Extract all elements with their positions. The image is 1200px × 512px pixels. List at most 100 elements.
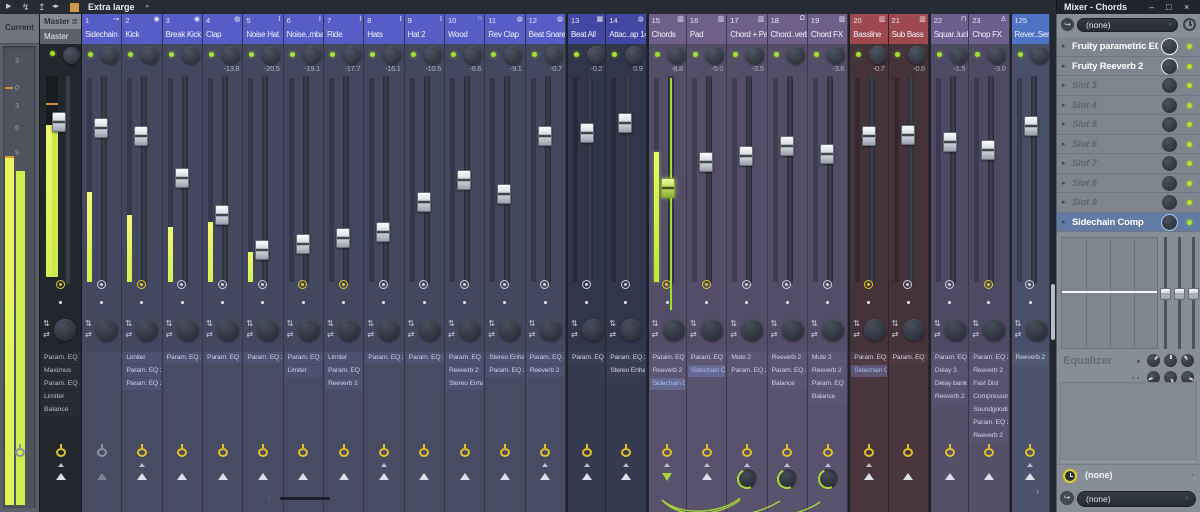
volume-fader-track[interactable] <box>101 76 107 284</box>
mixer-track-20[interactable]: 20 ▥ Bassline -0.7 ⇅ ⇄ Param. EQ 2Sidechain Co… <box>848 14 889 512</box>
audio-output-icon[interactable] <box>741 444 752 457</box>
track-header[interactable]: 6 Ⅰ Noise..mbal <box>283 14 323 44</box>
effect-slot-label[interactable]: Param. EQ 2 <box>851 352 887 364</box>
effect-slot-label[interactable]: Param. EQ 2 <box>728 365 766 377</box>
effect-slot-label[interactable]: Balance <box>41 404 80 416</box>
volume-fader-track[interactable] <box>221 76 228 284</box>
route-arrow-small-icon[interactable] <box>743 463 750 467</box>
slot-arrow-icon[interactable]: ▸ <box>1062 196 1066 210</box>
effect-slot-label[interactable]: Mute 2 <box>808 352 847 364</box>
effect-slot-label[interactable]: Param. EQ 2 <box>284 352 322 364</box>
slot-mix-knob[interactable] <box>1161 38 1178 55</box>
pan-knob[interactable] <box>337 319 360 341</box>
fx-slot-4[interactable]: ▸ Slot 4 <box>1057 95 1200 115</box>
audio-output-icon[interactable] <box>378 444 389 457</box>
effect-slot-label[interactable]: Param. EQ 2 <box>486 365 524 377</box>
slot-mix-knob[interactable] <box>1162 78 1177 93</box>
effect-slot-label[interactable]: Reeverb 2 <box>970 365 1008 377</box>
track-header[interactable]: 22 ⊓ Squar..luck <box>930 14 969 44</box>
audio-output-icon[interactable] <box>499 444 510 457</box>
mixer-track-6[interactable]: 6 Ⅰ Noise..mbal -19.1 ⇅ ⇄ Param. EQ 2 Limiter <box>283 14 324 512</box>
audio-output-icon[interactable] <box>459 444 470 457</box>
mute-led[interactable] <box>249 52 255 57</box>
route-arrow-icon[interactable] <box>55 473 66 480</box>
route-arrow-icon[interactable] <box>136 473 147 480</box>
audio-output-icon[interactable] <box>701 444 712 457</box>
volume-fader-handle[interactable] <box>456 170 471 190</box>
effect-slot-label[interactable]: Balance <box>768 378 806 390</box>
stereo-separation-knob[interactable] <box>302 46 321 64</box>
pan-leftright-icon[interactable]: ⇄ <box>488 331 495 339</box>
pan-updown-icon[interactable]: ⇅ <box>811 320 818 328</box>
stereo-separation-knob[interactable] <box>786 46 805 64</box>
pan-leftright-icon[interactable]: ⇄ <box>609 331 616 339</box>
pan-leftright-icon[interactable]: ⇄ <box>934 331 941 339</box>
eq-band1-slider-handle[interactable] <box>1160 288 1171 300</box>
pan-leftright-icon[interactable]: ⇄ <box>43 331 50 339</box>
fx-slot-10[interactable]: ▸ Sidechain Comp <box>1057 212 1200 232</box>
volume-fader-handle[interactable] <box>981 140 996 160</box>
pan-updown-icon[interactable]: ⇅ <box>730 320 737 328</box>
volume-fader-handle[interactable] <box>618 113 633 133</box>
audio-output-icon[interactable] <box>620 444 631 457</box>
stereo-separation-knob[interactable] <box>988 46 1007 64</box>
record-arm-button[interactable] <box>540 280 550 289</box>
record-arm-button[interactable] <box>499 280 509 289</box>
mixer-track-2[interactable]: 2 ◉ Kick ⇅ ⇄ Limiter Param. EQ 2 Param. EQ 2 <box>122 14 163 512</box>
route-arrow-icon[interactable] <box>983 473 994 480</box>
route-arrow-icon[interactable] <box>944 473 955 480</box>
eq-freq3-knob[interactable] <box>1181 354 1194 367</box>
route-arrow-icon[interactable] <box>217 473 228 480</box>
mute-led[interactable] <box>370 52 376 57</box>
scrollbar-handle[interactable] <box>1051 284 1055 340</box>
pan-leftright-icon[interactable]: ⇄ <box>811 331 818 339</box>
route-arrow-small-icon[interactable] <box>703 463 710 467</box>
mute-led[interactable] <box>208 52 214 57</box>
mixer-track-18[interactable]: 18 Ω Chord..verb ⇅ ⇄ Reeverb 2 Param. EQ 2 Bala… <box>767 14 808 512</box>
scrollbar-handle[interactable] <box>280 497 330 500</box>
record-arm-button[interactable] <box>217 280 227 289</box>
slot-enable-led[interactable] <box>1187 83 1192 88</box>
mute-led[interactable] <box>450 52 456 57</box>
audio-output-icon[interactable] <box>983 444 994 457</box>
effect-slot-label[interactable]: Param. EQ 2 <box>931 352 968 364</box>
mixer-track-16[interactable]: 16 ▥ Pad -5.0 ⇅ ⇄ Param. EQ 2Sidechain Comp <box>686 14 728 512</box>
slot-mix-knob[interactable] <box>1162 97 1177 113</box>
track-header[interactable]: 16 ▥ Pad <box>686 14 727 44</box>
record-arm-button[interactable] <box>55 280 65 289</box>
effect-slot-label[interactable]: Param. EQ 2 <box>244 352 282 364</box>
track-header[interactable]: 7 Ⅰ Ride <box>323 14 364 44</box>
pan-leftright-icon[interactable]: ⇄ <box>85 331 92 339</box>
pan-updown-icon[interactable]: ⇅ <box>408 320 415 328</box>
stereo-separation-knob[interactable] <box>342 46 361 64</box>
track-header[interactable]: 10 ∩ Wood <box>444 14 485 44</box>
volume-fader-track[interactable] <box>907 76 914 284</box>
slot-enable-led[interactable] <box>1187 200 1192 205</box>
route-arrow-icon[interactable] <box>620 473 631 480</box>
track-header[interactable]: 11 ◍ Rev Clap <box>485 14 525 44</box>
track-header[interactable]: 125 Rever..Send <box>1011 14 1049 44</box>
audio-output-icon[interactable] <box>944 444 955 457</box>
record-arm-button[interactable] <box>983 280 993 289</box>
pan-updown-icon[interactable]: ⇅ <box>771 320 778 328</box>
effect-slot-label[interactable]: Reeverb 2 <box>768 352 806 364</box>
track-header[interactable]: 9 Ⅰ Hat 2 <box>404 14 444 44</box>
record-arm-button[interactable] <box>338 280 348 289</box>
volume-fader-handle[interactable] <box>660 178 675 198</box>
stereo-separation-knob[interactable] <box>504 46 523 64</box>
track-header[interactable]: 23 ♙ Chop FX <box>969 14 1009 44</box>
pan-knob[interactable] <box>176 319 199 341</box>
effect-slot-label[interactable]: Soundgoodizer <box>970 404 1008 416</box>
record-arm-button[interactable] <box>944 280 954 289</box>
fx-slot-2[interactable]: ▸ Fruity Reeverb 2 <box>1057 54 1200 78</box>
zoom-dropdown-arrow-icon[interactable]: ▸ <box>146 0 150 14</box>
pan-updown-icon[interactable]: ⇅ <box>367 320 374 328</box>
pan-leftright-icon[interactable]: ⇄ <box>327 331 334 339</box>
pan-leftright-icon[interactable]: ⇄ <box>972 331 979 339</box>
stereo-separation-knob[interactable] <box>869 46 888 64</box>
record-arm-button[interactable] <box>96 280 106 289</box>
effect-slot-label[interactable]: Balance <box>808 391 847 403</box>
volume-fader-handle[interactable] <box>819 144 834 164</box>
slot-mix-knob[interactable] <box>1157 54 1182 78</box>
mute-led[interactable] <box>936 52 942 57</box>
